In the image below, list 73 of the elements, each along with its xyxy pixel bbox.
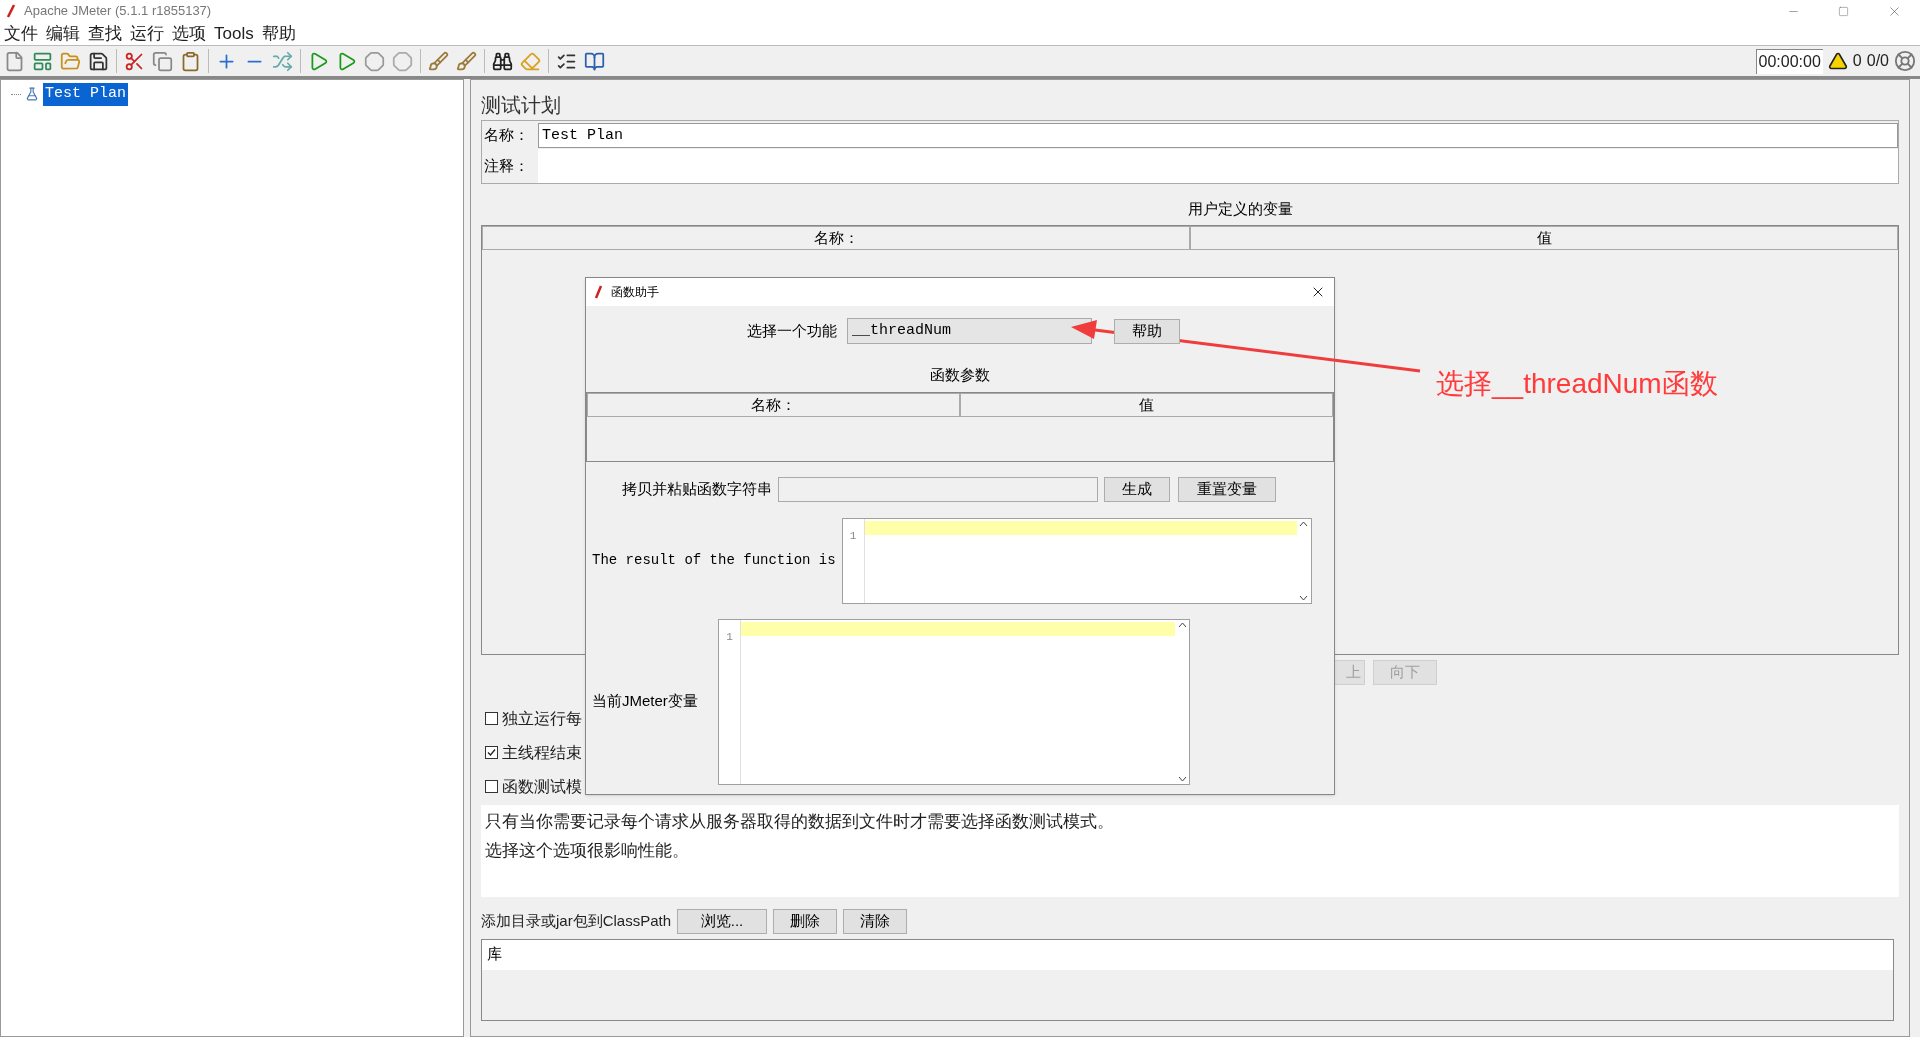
checkbox[interactable]	[485, 780, 498, 793]
search-icon[interactable]	[492, 50, 513, 72]
paste-icon[interactable]	[180, 50, 201, 72]
classpath-button[interactable]: 清除	[843, 908, 908, 934]
checkbox-label: 独立运行每	[502, 708, 582, 729]
line-number: 1	[849, 529, 857, 542]
checkbox-label: 函数测试模	[502, 776, 582, 797]
timer-field: 00:00:00	[1755, 48, 1823, 74]
column-header[interactable]: 名称：	[587, 392, 960, 417]
column-header: 库	[487, 944, 502, 965]
menu-item[interactable]: 运行	[130, 20, 164, 47]
classpath-label: 添加目录或jar包到ClassPath	[481, 910, 672, 931]
comment-field[interactable]	[538, 149, 1898, 183]
copy-label: 拷贝并粘贴函数字符串	[622, 478, 772, 499]
classpath-button[interactable]: 删除	[773, 908, 838, 934]
template-icon[interactable]	[32, 50, 53, 72]
function-dropdown[interactable]: __threadNum	[847, 318, 1092, 344]
shutdown-icon[interactable]	[392, 50, 413, 72]
menu-item[interactable]: 选项	[172, 20, 206, 47]
field-label: 注释：	[483, 155, 530, 176]
scroll-up-icon[interactable]	[1177, 621, 1187, 628]
checkbox-label: 主线程结束	[502, 742, 582, 763]
name-field[interactable]: Test Plan	[538, 122, 1898, 148]
classpath-button[interactable]: 浏览...	[677, 908, 768, 934]
warning-icon	[1827, 51, 1848, 71]
menu-item[interactable]: 帮助	[261, 20, 296, 47]
checkbox[interactable]	[485, 746, 498, 759]
variables-editor[interactable]: 1	[718, 618, 1190, 785]
menu-item[interactable]: 查找	[88, 20, 122, 47]
window-title: Apache JMeter (5.1.1 r1855137)	[24, 2, 212, 21]
dialog-title: 函数助手	[611, 284, 659, 301]
scroll-up-icon[interactable]	[1299, 520, 1309, 527]
field-label: 名称：	[483, 124, 530, 145]
menu-item[interactable]: Tools	[214, 20, 254, 47]
status-icon	[1894, 50, 1916, 72]
dialog-button[interactable]: 生成	[1104, 476, 1170, 502]
copy-icon[interactable]	[152, 50, 173, 72]
section-title: 函数参数	[930, 365, 990, 385]
tree-item[interactable]: Test Plan	[43, 83, 128, 106]
stop-icon[interactable]	[364, 50, 385, 72]
new-file-icon[interactable]	[4, 50, 25, 72]
folder-icon[interactable]	[60, 50, 81, 72]
function-string-field[interactable]	[778, 476, 1098, 502]
note-text: 只有当你需要记录每个请求从服务器取得的数据到文件时才需要选择函数测试模式。	[485, 810, 1115, 833]
result-editor[interactable]: 1	[841, 517, 1312, 604]
warning-count: 0	[1852, 51, 1862, 71]
scroll-down-icon[interactable]	[1299, 594, 1309, 601]
cut-icon[interactable]	[124, 50, 145, 72]
line-number: 1	[726, 630, 733, 643]
dialog-button[interactable]: 重置变量	[1178, 476, 1276, 502]
help-button[interactable]: 帮助	[1114, 318, 1180, 344]
function-label: 选择一个功能	[747, 320, 837, 341]
clear-all-icon[interactable]	[456, 50, 477, 72]
clear-icon[interactable]	[428, 50, 449, 72]
column-header[interactable]: 名称：	[482, 225, 1190, 250]
help-icon[interactable]	[584, 50, 605, 72]
variables-label: 当前JMeter变量	[592, 691, 699, 712]
save-icon[interactable]	[88, 50, 109, 72]
menu-item[interactable]: 文件	[4, 20, 38, 47]
result-label: The result of the function is	[592, 551, 836, 570]
panel-title: 测试计划	[481, 93, 562, 118]
flask-icon	[25, 87, 39, 102]
column-header[interactable]: 值	[960, 392, 1333, 417]
menu-item[interactable]: 编辑	[46, 20, 80, 47]
toggle-icon[interactable]	[272, 50, 293, 72]
scroll-down-icon[interactable]	[1177, 775, 1187, 782]
annotation-text: 选择__threadNum函数	[1436, 367, 1718, 401]
column-header[interactable]: 值	[1190, 225, 1898, 250]
note-text: 选择这个选项很影响性能。	[485, 840, 690, 862]
section-title: 用户定义的变量	[1187, 199, 1293, 219]
restore-icon[interactable]	[1838, 5, 1849, 17]
checkbox[interactable]	[485, 712, 498, 725]
thread-count: 0/0	[1866, 51, 1889, 71]
